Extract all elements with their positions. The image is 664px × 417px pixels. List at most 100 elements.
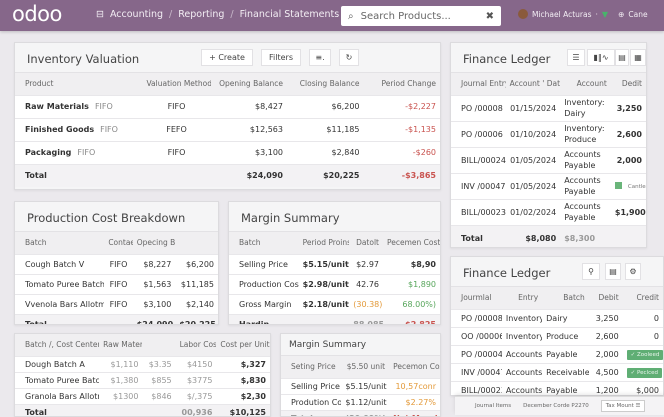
inventory-valuation-panel: Inventory Valuation + Create Filters ≡. …: [14, 42, 441, 190]
settings-icon[interactable]: ⚙: [625, 263, 641, 280]
column-header[interactable]: Journal Entry: [451, 73, 506, 95]
cell-value: 01/15/2024: [510, 103, 557, 113]
table-row[interactable]: PO /00008Inventory: Dairy 3,250 0: [451, 308, 663, 327]
table-row[interactable]: PO /00004 Accounts Payable 2,000 ✓ Zooleed: [451, 344, 663, 363]
table-row[interactable]: Finished Goods FIFO FEFO $12,563 $11,185 -$1,…: [15, 117, 440, 141]
breadcrumb-accounting[interactable]: Accounting: [110, 9, 163, 20]
table-row[interactable]: BILL/00023 Accounts Payable 1,200 $,000: [451, 380, 663, 395]
column-header[interactable]: Batch: [542, 287, 589, 309]
column-header[interactable]: [142, 334, 176, 356]
create-button[interactable]: + Create: [201, 49, 253, 66]
filters-button[interactable]: Filters: [261, 49, 301, 66]
production-table: BatchContaentOpecing BalanceCough Batch …: [15, 232, 218, 324]
table-cell: Produce: [542, 326, 589, 345]
table-row[interactable]: Selling Price $5.15/unit 10,57conr: [281, 377, 440, 394]
table-row[interactable]: Gross Margin $2.18/unit (30.38) 68.00%): [229, 293, 440, 314]
table-cell: 42.76: [349, 273, 383, 294]
table-row[interactable]: BILL/00023 01/02/2024 Accounts Payable $1,9…: [451, 198, 646, 225]
table-row[interactable]: OO /00006Inventory: Produce 2,600 0: [451, 326, 663, 345]
ledger2-table: Jourmlal Entry Batch Debit Credit PO /00008 In…: [451, 287, 663, 395]
table-row[interactable]: Production Cost $2.98/unit 42.76 $1,890: [229, 273, 440, 294]
refresh-icon[interactable]: ↻: [339, 49, 359, 66]
table-row[interactable]: Packaging FIFO FIFO $3,100 $2,840 -$260: [15, 140, 440, 164]
column-header[interactable]: Closing Balance: [287, 73, 364, 95]
journal-items-link[interactable]: Journal Items: [475, 403, 511, 409]
graph-view-icon[interactable]: ▮‖∿: [587, 49, 615, 66]
table-cell: 4,500: [588, 362, 623, 381]
odoo-logo[interactable]: odoo: [12, 2, 62, 26]
column-header[interactable]: Batch: [229, 232, 299, 254]
kanban-view-icon[interactable]: ▦: [630, 49, 646, 66]
column-header[interactable]: Credit: [622, 287, 663, 309]
cell-value: 2,600: [595, 331, 619, 341]
user-menu[interactable]: Michael Acturas · ▼ ⊕ Cane: [518, 9, 648, 19]
search-input[interactable]: Search Products...: [361, 11, 451, 22]
cell-value: -$2,227: [405, 102, 436, 111]
cell-value: Payable: [546, 385, 578, 395]
cell-value: Selling Price: [239, 259, 288, 269]
column-header[interactable]: Valuation Method: [142, 73, 211, 95]
column-header[interactable]: Account: [560, 73, 611, 95]
cell-value: $8,90: [410, 259, 436, 269]
column-header[interactable]: Opecing Balance: [132, 232, 176, 254]
group-by-icon[interactable]: ≡.: [309, 49, 331, 66]
table-cell: ✓ Zooleed: [622, 344, 663, 363]
column-header[interactable]: Contaent: [104, 232, 133, 254]
cell-value: FIFO: [109, 279, 128, 289]
user-name[interactable]: Michael Acturas: [532, 10, 592, 19]
table-row[interactable]: Vvenola Bars Allotment FIFO $3,100 $2,140: [15, 293, 218, 314]
column-header[interactable]: Pecemen Cost: [383, 232, 440, 254]
table-row[interactable]: Granola Bars Allotment $1300 $846 $/,375 $2,…: [15, 387, 270, 404]
table-row[interactable]: Prodution Cost$1.12/unit $2.27%: [281, 393, 440, 410]
table-row[interactable]: Selling Price $5.15/unit $2.97 $8,90: [229, 253, 440, 274]
column-header[interactable]: Labor Cost: [175, 334, 217, 356]
column-header[interactable]: Product: [15, 73, 143, 95]
column-header[interactable]: Opening Balance: [210, 73, 287, 95]
table-row[interactable]: PO /00006 01/10/2024 Inventory: Produce 2,6…: [451, 120, 646, 147]
column-header[interactable]: Account ' Date: [505, 73, 561, 95]
table-row[interactable]: Dough Batch A $1,110 $3.35 $4150 $,327: [15, 355, 270, 372]
tax-mount-button[interactable]: Tax Mount ☰: [600, 400, 646, 412]
document-icon[interactable]: ▤: [605, 263, 621, 280]
dropdown-caret-icon[interactable]: ·: [596, 10, 598, 19]
table-row[interactable]: INV /00047 Accounts Receivable 4,500 ✓ Peclc…: [451, 362, 663, 381]
column-header[interactable]: Cost per Unit: [216, 334, 270, 356]
column-header[interactable]: Entry: [501, 287, 543, 309]
column-header[interactable]: [175, 232, 218, 254]
column-header[interactable]: Datolt: [349, 232, 383, 254]
apps-icon[interactable]: ⊟: [96, 9, 104, 20]
column-header[interactable]: Period Proins: [298, 232, 350, 254]
table-row[interactable]: Raw Materials FIFO FIFO $8,427 $6,200 -$2,227: [15, 94, 440, 118]
column-header[interactable]: Jourmlal: [451, 287, 502, 309]
breadcrumb-reporting[interactable]: Reporting: [178, 9, 224, 20]
table-row[interactable]: PO /00008 01/15/2024 Inventory: Dairy 3,250: [451, 94, 646, 121]
column-header[interactable]: Batch: [15, 232, 105, 254]
table-row[interactable]: Tomato Puree Batch $1,380 $855 $3775 $,830: [15, 371, 270, 388]
pivot-view-icon[interactable]: ▤: [615, 49, 629, 66]
column-header[interactable]: Debit: [588, 287, 623, 309]
table-cell: $1,380: [99, 371, 143, 388]
table-cell: 2,000: [610, 146, 646, 173]
table-cell: 00,936: [175, 403, 217, 416]
cell-value: $2.98/unit: [302, 279, 349, 289]
column-header[interactable]: Pecemon Cost: [389, 356, 440, 378]
column-header[interactable]: Batch /, Cost Center: [15, 334, 100, 356]
list-view-icon[interactable]: ☰: [567, 49, 585, 66]
wrench-icon[interactable]: ⚲: [582, 263, 600, 280]
cell-value: 3,250: [616, 103, 642, 113]
clear-search-icon[interactable]: ✖: [486, 11, 494, 22]
table-row[interactable]: INV /00047 01/05/2024 Accounts Payable Cant…: [451, 172, 646, 199]
cell-value: $2,140: [186, 299, 214, 309]
table-row[interactable]: BILL/00024 01/05/2024 Accounts Payable 2,00…: [451, 146, 646, 173]
table-row[interactable]: Tomato Puree Batch FIFO $1,563 $11,185: [15, 273, 218, 294]
column-header[interactable]: $5.50 unit: [341, 356, 390, 378]
company-name[interactable]: Cane: [628, 10, 647, 19]
cell-value: $3.35: [148, 359, 172, 369]
column-header[interactable]: Seting Price: [281, 356, 342, 378]
column-header[interactable]: Dedit: [610, 73, 646, 95]
column-header[interactable]: Raw Material Cost: [99, 334, 143, 356]
table-row[interactable]: Cough Batch V FIFO $8,227 $6,200: [15, 253, 218, 274]
search-box[interactable]: ⌕ Search Products... ✖: [341, 6, 501, 26]
cell-value: Tomato Puree Batch: [25, 279, 105, 289]
column-header[interactable]: Period Change: [363, 73, 440, 95]
